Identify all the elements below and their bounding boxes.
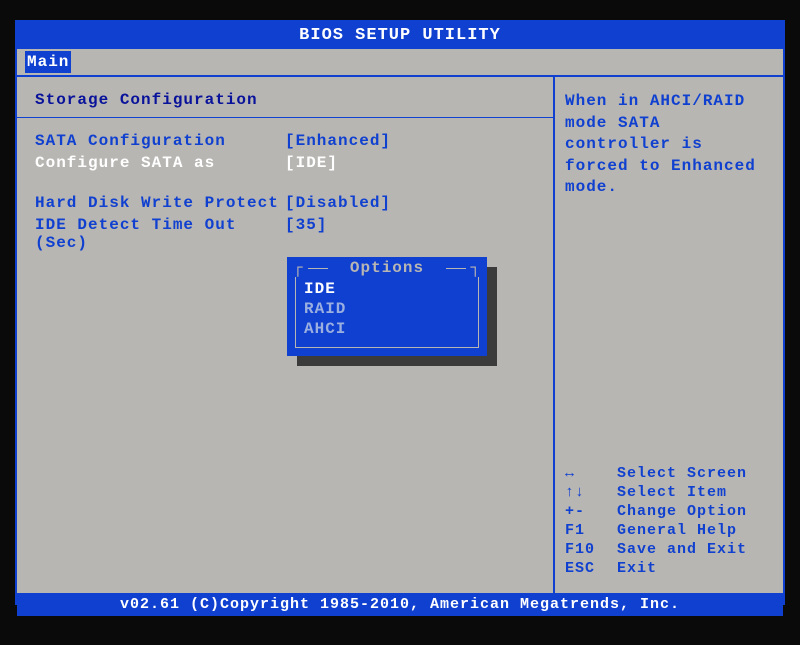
- tab-main[interactable]: Main: [25, 51, 71, 73]
- option-ide[interactable]: IDE: [304, 279, 470, 299]
- help-text: When in AHCI/RAID mode SATA controller i…: [565, 91, 773, 199]
- setting-configure-sata-as[interactable]: Configure SATA as [IDE]: [35, 154, 535, 172]
- key-select-item: ↑↓ Select Item: [565, 484, 773, 501]
- settings-panel: Storage Configuration SATA Configuration…: [17, 77, 555, 593]
- option-ahci[interactable]: AHCI: [304, 319, 470, 339]
- menu-bar: Main: [17, 49, 783, 77]
- title-bar: BIOS SETUP UTILITY: [17, 22, 783, 49]
- setting-label: Configure SATA as: [35, 154, 285, 172]
- setting-label: IDE Detect Time Out (Sec): [35, 216, 285, 252]
- popup-title: Options: [332, 259, 443, 277]
- section-title: Storage Configuration: [35, 91, 535, 109]
- setting-ide-timeout[interactable]: IDE Detect Time Out (Sec) [35]: [35, 216, 535, 252]
- content-area: Storage Configuration SATA Configuration…: [17, 77, 783, 593]
- setting-value: [35]: [285, 216, 327, 252]
- setting-value: [Disabled]: [285, 194, 391, 212]
- setting-value: [Enhanced]: [285, 132, 391, 150]
- option-raid[interactable]: RAID: [304, 299, 470, 319]
- copyright-footer: v02.61 (C)Copyright 1985-2010, American …: [17, 593, 783, 616]
- setting-label: Hard Disk Write Protect: [35, 194, 285, 212]
- key-exit: ESC Exit: [565, 560, 773, 577]
- help-panel: When in AHCI/RAID mode SATA controller i…: [555, 77, 783, 593]
- options-popup: ┌ Options ┐ IDE RAID AHCI: [287, 257, 487, 356]
- setting-write-protect[interactable]: Hard Disk Write Protect [Disabled]: [35, 194, 535, 212]
- key-legend: ↔ Select Screen ↑↓ Select Item +- Change…: [565, 465, 773, 579]
- setting-sata-configuration[interactable]: SATA Configuration [Enhanced]: [35, 132, 535, 150]
- bios-screen: BIOS SETUP UTILITY Main Storage Configur…: [15, 20, 785, 605]
- key-save-exit: F10 Save and Exit: [565, 541, 773, 558]
- key-general-help: F1 General Help: [565, 522, 773, 539]
- key-change-option: +- Change Option: [565, 503, 773, 520]
- key-select-screen: ↔ Select Screen: [565, 465, 773, 482]
- setting-value: [IDE]: [285, 154, 338, 172]
- divider: [17, 117, 553, 118]
- setting-label: SATA Configuration: [35, 132, 285, 150]
